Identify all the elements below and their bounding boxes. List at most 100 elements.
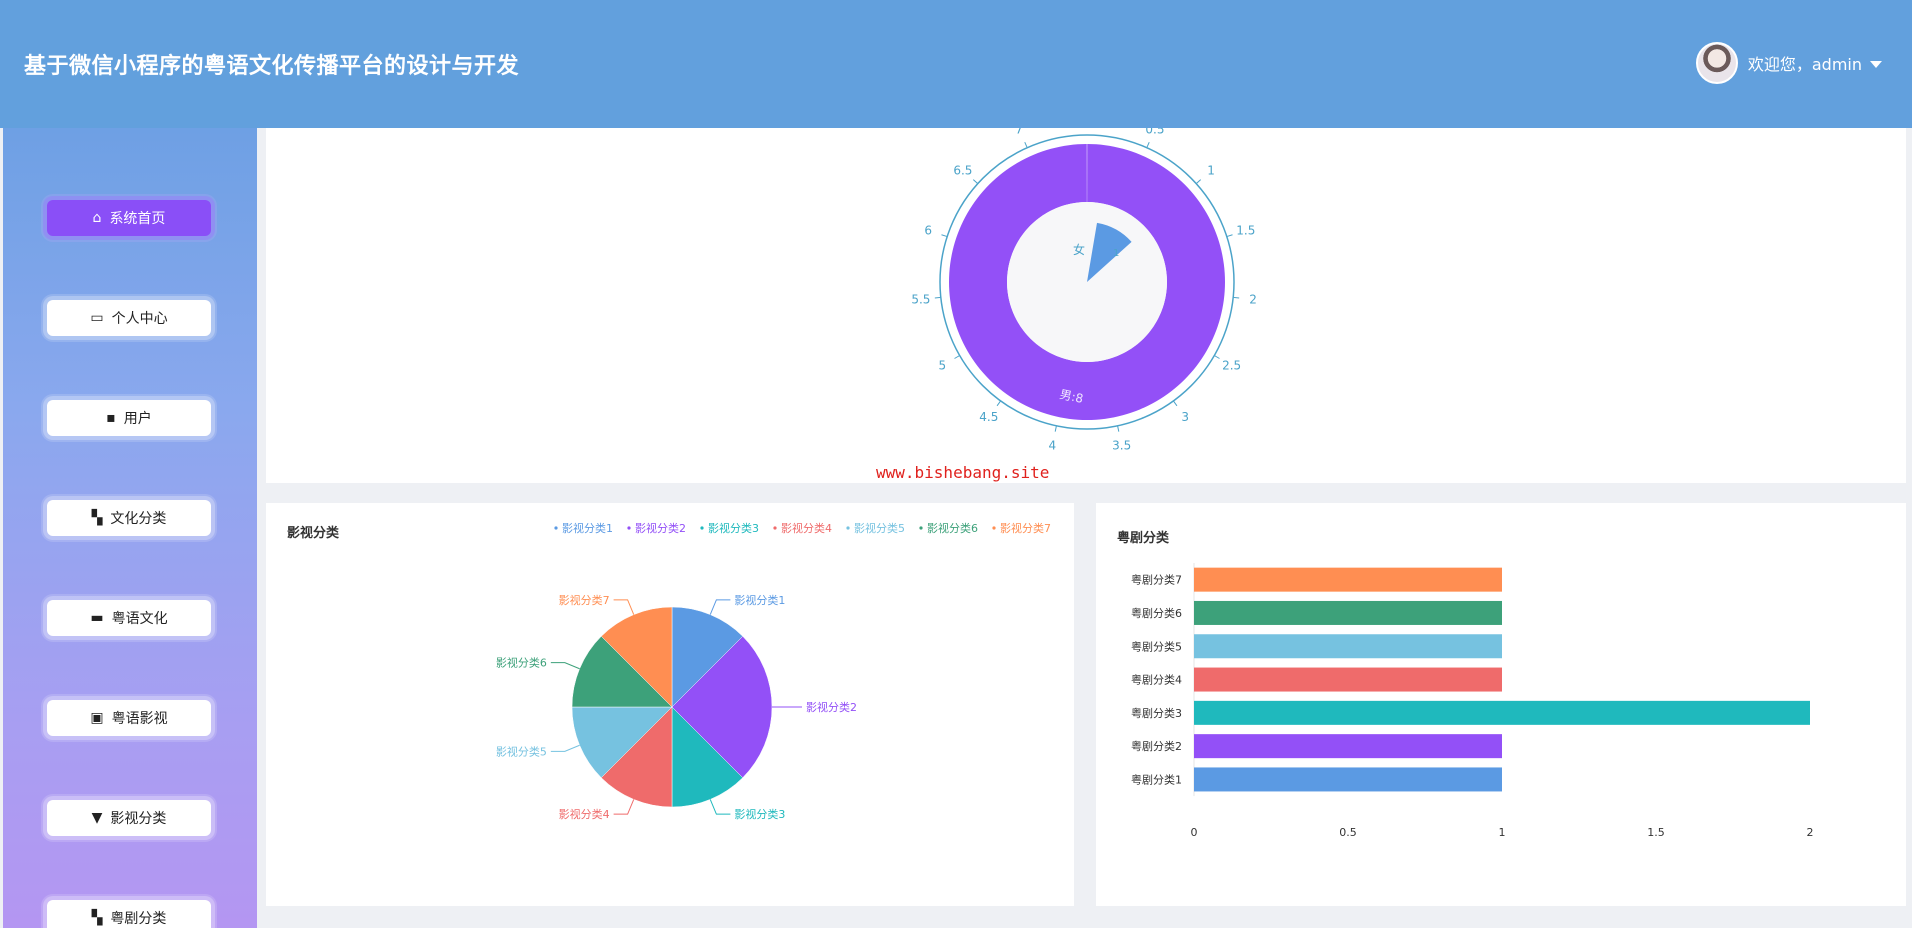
bar	[1194, 567, 1502, 592]
sidebar-item-label: 个人中心	[111, 311, 168, 327]
sidebar-item-opera-category[interactable]: ▚ 粤剧分类	[47, 900, 211, 928]
angle-tick-label: 4.5	[979, 410, 998, 424]
pie-label: 影视分类7	[559, 593, 610, 607]
radial-tick-label: 1	[1113, 248, 1119, 259]
legend-marker	[773, 526, 777, 530]
sidebar-item-users[interactable]: ▪ 用户	[47, 400, 211, 436]
sidebar-item-label: 用户	[123, 411, 152, 427]
category-label: 女	[1073, 242, 1085, 257]
bar	[1194, 600, 1502, 625]
legend-item: 影视分类3	[708, 521, 759, 535]
avatar[interactable]	[1695, 42, 1738, 84]
pie-label-line	[709, 799, 731, 815]
angle-tick-label: 1.5	[1236, 223, 1255, 237]
pin-icon: ▼	[91, 810, 103, 826]
bar	[1194, 734, 1502, 759]
sidebar-item-label: 粤语文化	[111, 611, 168, 627]
pie-label: 影视分类1	[734, 593, 785, 607]
opera-category-bar-chart: 粤剧分类1 粤剧分类2 粤剧分类3 粤剧分类4 粤剧分类5 粤剧分类6 粤剧分类7 0 0.5 1…	[1131, 563, 1814, 839]
film-category-panel: 影视分类 影视分类1 影视分类2 影视分类3 影视分类4 影视分类5 影视分类6 影视分类7…	[266, 503, 1074, 906]
angle-tick-label: 6	[924, 223, 932, 237]
gender-chart-panel: 女 1 男:8 0.5 1 1.5 2 2.5 3 3.5 4 4.5 5 5.5 6 6.5 7	[266, 122, 1906, 483]
pie-label: 影视分类4	[559, 807, 610, 821]
x-tick-label: 0.5	[1339, 826, 1357, 839]
opera-category-panel: 粤剧分类 粤剧分类1 粤剧分类2 粤剧分类3 粤剧分类4 粤剧分类5 粤剧分类6 粤剧分类7…	[1096, 503, 1906, 906]
pie-label-line	[613, 599, 635, 615]
y-tick-label: 粤剧分类3	[1131, 706, 1182, 720]
sidebar-item-label: 粤剧分类	[110, 911, 167, 927]
home-icon: ⌂	[92, 210, 102, 226]
legend-item: 影视分类7	[1000, 521, 1051, 535]
y-tick-label: 粤剧分类7	[1131, 573, 1182, 587]
pie-label-line	[613, 799, 635, 815]
sidebar-item-label: 粤语影视	[111, 711, 168, 727]
welcome-text[interactable]: 欢迎您，admin	[1748, 51, 1862, 75]
sidebar-item-profile[interactable]: ▭ 个人中心	[47, 300, 211, 336]
y-tick-label: 粤剧分类4	[1131, 673, 1182, 687]
angle-tick	[1146, 142, 1150, 148]
bar	[1194, 767, 1502, 792]
chevron-down-icon[interactable]	[1870, 61, 1882, 68]
cap-icon: ▬	[90, 610, 104, 626]
pie-label: 影视分类6	[496, 656, 547, 670]
sidebar: ⌂ 系统首页 ▭ 个人中心 ▪ 用户 ▚ 文化分类 ▬ 粤语文化 ▣ 粤语影视 …	[3, 128, 257, 928]
pie-label: 影视分类5	[496, 744, 547, 758]
x-tick-label: 0	[1191, 826, 1198, 839]
pie-label-line	[550, 744, 580, 752]
angle-tick	[1233, 296, 1240, 299]
sidebar-item-label: 系统首页	[109, 211, 166, 227]
angle-tick	[1024, 142, 1028, 148]
id-card-icon: ▭	[90, 310, 104, 326]
angle-tick	[972, 179, 979, 185]
y-tick-label: 粤剧分类6	[1131, 606, 1182, 620]
angle-tick	[1054, 425, 1057, 432]
pie-label-line	[709, 599, 731, 615]
x-tick-label: 2	[1807, 826, 1814, 839]
bar	[1194, 634, 1502, 659]
angle-tick-label: 4	[1048, 438, 1056, 452]
angle-tick	[1214, 355, 1220, 359]
angle-tick	[1226, 234, 1233, 238]
angle-tick-label: 6.5	[953, 163, 972, 177]
pie-label: 影视分类2	[806, 700, 857, 714]
user-menu[interactable]: 欢迎您，admin	[1695, 42, 1882, 84]
sidebar-item-cantonese-film[interactable]: ▣ 粤语影视	[47, 700, 211, 736]
sidebar-item-label: 文化分类	[110, 511, 167, 527]
legend-item: 影视分类1	[562, 521, 613, 535]
angle-tick	[954, 355, 960, 359]
bar	[1194, 667, 1502, 692]
legend-marker	[919, 526, 923, 530]
angle-tick-label: 7	[1015, 128, 1023, 136]
grid-icon: ▚	[91, 510, 103, 526]
y-tick-label: 粤剧分类1	[1131, 772, 1182, 786]
legend-item: 影视分类5	[854, 521, 905, 535]
angle-tick	[996, 400, 1002, 407]
legend-marker	[846, 526, 850, 530]
app-title: 基于微信小程序的粤语文化传播平台的设计与开发	[24, 54, 520, 79]
sidebar-item-home[interactable]: ⌂ 系统首页	[47, 200, 211, 236]
legend-marker	[627, 526, 631, 530]
angle-tick-label: 3.5	[1112, 438, 1131, 452]
angle-tick-label: 5	[939, 359, 947, 373]
legend-marker	[700, 526, 704, 530]
x-tick-label: 1.5	[1647, 826, 1665, 839]
app-header: 基于微信小程序的粤语文化传播平台的设计与开发 欢迎您，admin	[0, 0, 1912, 128]
x-tick-label: 1	[1499, 826, 1506, 839]
angle-tick-label: 2.5	[1222, 359, 1241, 373]
legend-marker	[554, 526, 558, 530]
y-tick-label: 粤剧分类5	[1131, 639, 1182, 653]
sidebar-item-cantonese-culture[interactable]: ▬ 粤语文化	[47, 600, 211, 636]
angle-tick-label: 1	[1207, 163, 1215, 177]
chat-icon: ▪	[106, 410, 116, 426]
legend-item: 影视分类4	[781, 521, 832, 535]
sidebar-item-label: 影视分类	[110, 811, 167, 827]
angle-tick	[1195, 179, 1202, 185]
legend-marker	[992, 526, 996, 530]
legend-item: 影视分类2	[635, 521, 686, 535]
sidebar-item-culture-category[interactable]: ▚ 文化分类	[47, 500, 211, 536]
legend-item: 影视分类6	[927, 521, 978, 535]
angle-tick	[1172, 400, 1178, 407]
angle-tick	[934, 296, 941, 299]
gender-polar-chart: 女 1男:80.511.522.533.544.555.566.57	[911, 122, 1257, 452]
sidebar-item-film-category[interactable]: ▼ 影视分类	[47, 800, 211, 836]
